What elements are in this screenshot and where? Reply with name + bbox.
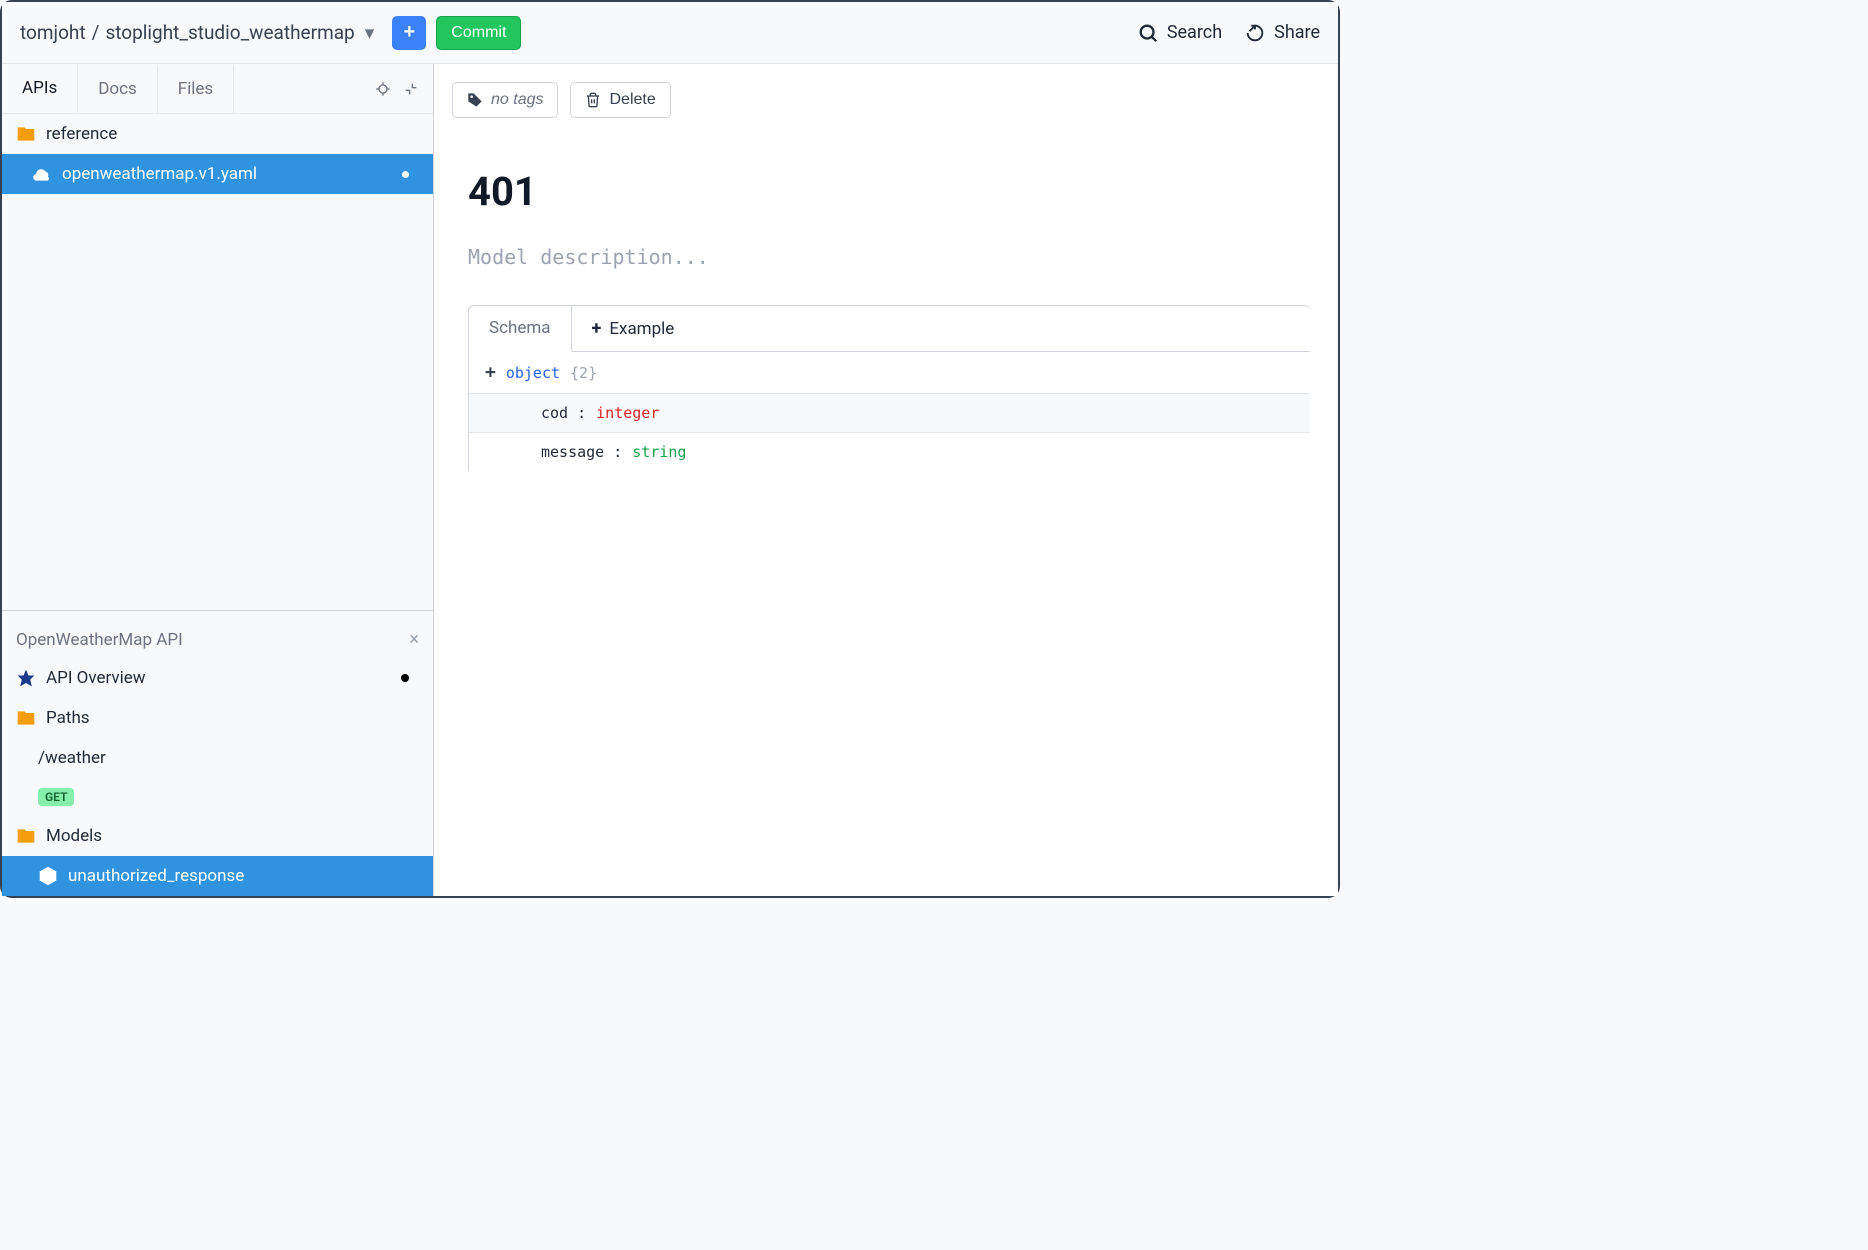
tab-apis[interactable]: APIs bbox=[2, 64, 78, 114]
tab-files[interactable]: Files bbox=[158, 65, 234, 113]
method-badge: GET bbox=[38, 788, 74, 806]
search-button[interactable]: Search bbox=[1137, 22, 1222, 44]
add-button[interactable]: + bbox=[392, 16, 426, 50]
modified-indicator-icon bbox=[402, 171, 409, 178]
main-content: no tags Delete 401 Model description... … bbox=[434, 64, 1338, 896]
schema-root[interactable]: + object {2} bbox=[469, 352, 1310, 393]
schema-body: + object {2} cod : integer message : str… bbox=[469, 352, 1310, 471]
commit-button[interactable]: Commit bbox=[436, 16, 521, 50]
folder-icon bbox=[16, 708, 36, 728]
trash-icon bbox=[585, 92, 601, 108]
nav-method-get[interactable]: GET bbox=[2, 778, 433, 816]
tree-file-openweathermap[interactable]: openweathermap.v1.yaml bbox=[2, 154, 433, 194]
tree-folder-reference[interactable]: reference bbox=[2, 114, 433, 154]
breadcrumb-repo: stoplight_studio_weathermap bbox=[105, 21, 354, 44]
cloud-icon bbox=[32, 164, 52, 184]
tag-icon bbox=[467, 92, 483, 108]
target-icon[interactable] bbox=[375, 81, 391, 97]
tab-example[interactable]: + Example bbox=[572, 306, 695, 351]
schema-type: object bbox=[506, 364, 560, 382]
tags-button[interactable]: no tags bbox=[452, 82, 558, 118]
tab-docs[interactable]: Docs bbox=[78, 65, 158, 113]
file-tree: reference openweathermap.v1.yaml bbox=[2, 114, 433, 610]
modified-indicator-icon bbox=[401, 674, 409, 682]
breadcrumb[interactable]: tomjoht / stoplight_studio_weathermap ▾ bbox=[20, 21, 374, 44]
breadcrumb-separator: / bbox=[92, 21, 100, 44]
plus-icon: + bbox=[403, 21, 415, 44]
share-button[interactable]: Share bbox=[1244, 22, 1320, 44]
model-title[interactable]: 401 bbox=[468, 168, 1310, 215]
share-icon bbox=[1244, 22, 1266, 44]
nav-model-unauthorized[interactable]: unauthorized_response bbox=[2, 856, 433, 896]
close-icon[interactable]: × bbox=[409, 629, 419, 650]
app-header: tomjoht / stoplight_studio_weathermap ▾ … bbox=[2, 2, 1338, 64]
folder-icon bbox=[16, 826, 36, 846]
schema-tabs: Schema + Example bbox=[469, 306, 1310, 352]
star-icon bbox=[16, 668, 36, 688]
nav-api-overview[interactable]: API Overview bbox=[2, 658, 433, 698]
toolbar: no tags Delete bbox=[434, 64, 1338, 128]
sidebar: APIs Docs Files reference openweathermap… bbox=[2, 64, 434, 896]
expand-icon[interactable]: + bbox=[485, 362, 496, 383]
model-description[interactable]: Model description... bbox=[468, 245, 1310, 269]
delete-button[interactable]: Delete bbox=[570, 82, 670, 118]
chevron-down-icon: ▾ bbox=[365, 21, 375, 44]
api-nav: OpenWeatherMap API × API Overview Paths … bbox=[2, 610, 433, 896]
schema-panel: Schema + Example + object {2} cod : inte… bbox=[468, 305, 1310, 471]
schema-count: {2} bbox=[570, 364, 597, 382]
breadcrumb-owner: tomjoht bbox=[20, 21, 86, 44]
nav-path-weather[interactable]: /weather bbox=[2, 738, 433, 778]
sidebar-tabs: APIs Docs Files bbox=[2, 64, 433, 114]
search-icon bbox=[1137, 22, 1159, 44]
collapse-icon[interactable] bbox=[403, 81, 419, 97]
nav-paths[interactable]: Paths bbox=[2, 698, 433, 738]
schema-prop-message[interactable]: message : string bbox=[469, 432, 1310, 471]
api-title: OpenWeatherMap API × bbox=[2, 621, 433, 658]
tab-schema[interactable]: Schema bbox=[469, 306, 572, 352]
box-icon bbox=[38, 866, 58, 886]
nav-models[interactable]: Models bbox=[2, 816, 433, 856]
plus-icon: + bbox=[592, 318, 602, 339]
folder-icon bbox=[16, 124, 36, 144]
schema-prop-cod[interactable]: cod : integer bbox=[469, 393, 1310, 432]
